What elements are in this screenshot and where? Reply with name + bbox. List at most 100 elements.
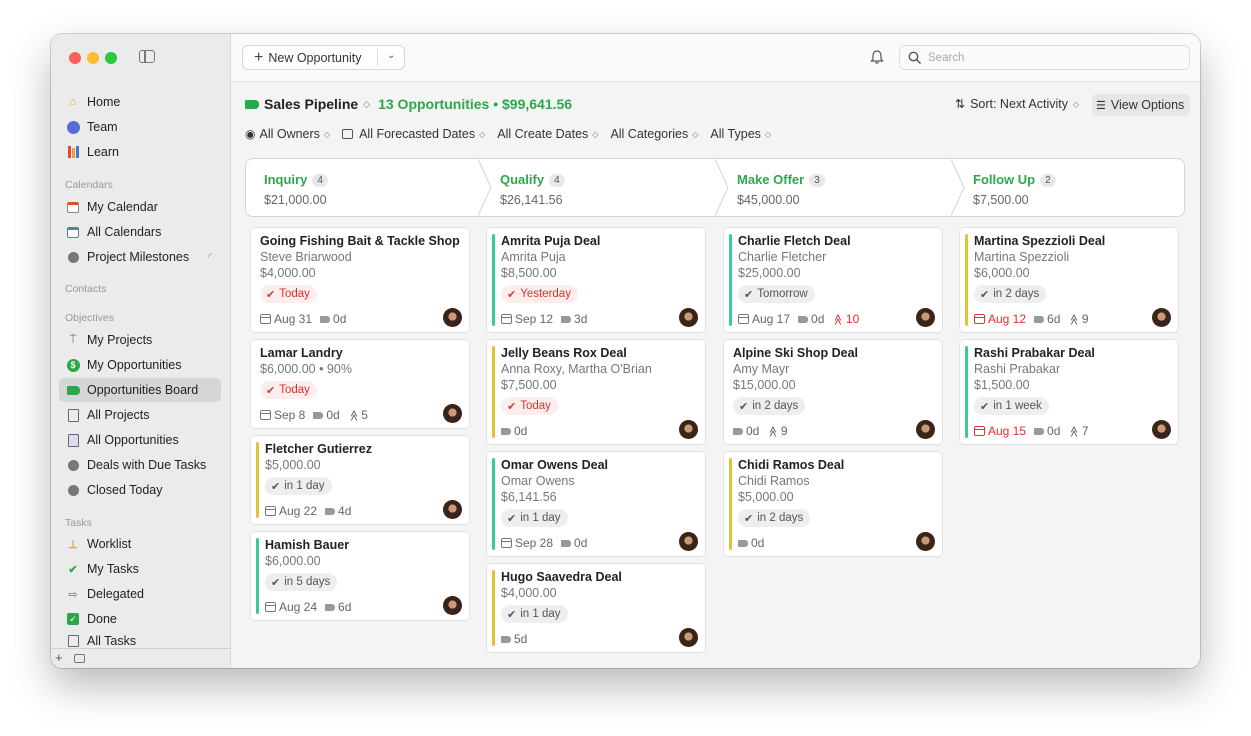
next-activity-badge[interactable]: ✔ in 5 days [265,573,338,591]
stage-qualify[interactable]: Qualify 4 $26,141.56 [500,171,565,207]
minimize-window-button[interactable] [87,52,99,64]
avatar[interactable] [679,420,698,439]
next-activity-badge[interactable]: ✔ Today [260,381,317,399]
sidebar-item-my-opportunities[interactable]: $ My Opportunities [59,353,221,377]
sidebar-item-deals-due-tasks[interactable]: Deals with Due Tasks [59,453,221,477]
stage-age: 0d [320,312,346,326]
sidebar-item-learn[interactable]: Learn [59,140,221,164]
avatar[interactable] [1152,308,1171,327]
checkmark-icon: ✔ [271,480,281,493]
stage-make-offer[interactable]: Make Offer 3 $45,000.00 [737,171,825,207]
view-options-button[interactable]: ☰ View Options [1092,94,1190,116]
filter-categories[interactable]: All Categories ◇ [610,127,698,141]
sidebar-item-team[interactable]: Team [59,115,221,139]
sidebar-item-my-projects[interactable]: ⍑ My Projects [59,328,221,352]
stage-inquiry[interactable]: Inquiry 4 $21,000.00 [264,171,328,207]
section-header-contacts[interactable]: Contacts [65,283,106,295]
calendar-icon [260,314,271,324]
opportunity-card[interactable]: Jelly Beans Rox Deal Anna Roxy, Martha O'… [487,340,705,444]
bell-icon[interactable] [869,49,885,65]
tag-icon [1034,315,1045,323]
opportunity-card[interactable]: Omar Owens Deal Omar Owens $6,141.56 ✔ in 1 … [487,452,705,556]
sidebar-toggle-icon[interactable] [139,50,155,63]
filter-create-dates[interactable]: All Create Dates ◇ [497,127,598,141]
next-activity-badge[interactable]: ✔ in 1 week [974,397,1049,415]
next-activity-badge[interactable]: ✔ Today [501,397,558,415]
card-detail: $25,000.00 [738,266,801,280]
avatar[interactable] [443,500,462,519]
close-window-button[interactable] [69,52,81,64]
calendar-icon [501,314,512,324]
add-button[interactable]: + [55,650,63,665]
opportunity-card[interactable]: Alpine Ski Shop Deal Amy Mayr $15,000.00 ✔ i… [724,340,942,444]
stage-count: 4 [549,174,565,187]
avatar[interactable] [679,628,698,647]
next-activity-badge[interactable]: ✔ Today [260,285,317,303]
card-detail: $5,000.00 [265,458,321,472]
avatar[interactable] [1152,420,1171,439]
opportunity-card[interactable]: Hugo Saavedra Deal $4,000.00 ✔ in 1 day 5d [487,564,705,652]
opportunity-card[interactable]: Lamar Landry $6,000.00 • 90% ✔ Today Sep 8 0d… [251,340,469,428]
search-field[interactable]: Search [899,45,1190,70]
opportunity-card[interactable]: Chidi Ramos Deal Chidi Ramos $5,000.00 ✔ in … [724,452,942,556]
avatar[interactable] [916,308,935,327]
sidebar-item-my-tasks[interactable]: ✔ My Tasks [59,557,221,581]
filter-forecasted-dates[interactable]: All Forecasted Dates ◇ [342,127,485,141]
zoom-window-button[interactable] [105,52,117,64]
avatar[interactable] [916,532,935,551]
stage-follow-up[interactable]: Follow Up 2 $7,500.00 [973,171,1056,207]
next-activity-badge[interactable]: ✔ in 2 days [974,285,1047,303]
opportunity-card[interactable]: Charlie Fletch Deal Charlie Fletcher $25,0… [724,228,942,332]
avatar[interactable] [443,308,462,327]
new-opportunity-button[interactable]: + New Opportunity ⌄ [242,45,405,70]
status-bar [492,234,495,326]
card-meta: Sep 8 0d ≪ 5 [260,408,376,422]
sidebar-item-delegated[interactable]: ⇨ Delegated [59,582,221,606]
card-detail: Steve Briarwood [260,250,352,264]
sidebar-item-done[interactable]: ✓ Done [59,607,221,631]
sidebar-item-my-calendar[interactable]: My Calendar [59,195,221,219]
avatar[interactable] [443,404,462,423]
next-activity-badge[interactable]: ✔ Yesterday [501,285,578,303]
next-activity-badge[interactable]: ✔ in 2 days [738,509,811,527]
pipeline-title[interactable]: Sales Pipeline [264,96,358,112]
sidebar-item-closed-today[interactable]: Closed Today [59,478,221,502]
sort-control[interactable]: ⇅ Sort: Next Activity ◇ [955,97,1079,111]
opportunity-card[interactable]: Amrita Puja Deal Amrita Puja $8,500.00 ✔ Yes… [487,228,705,332]
next-activity-badge[interactable]: ✔ in 2 days [733,397,806,415]
opportunity-card[interactable]: Going Fishing Bait & Tackle Shop Steve Br… [251,228,469,332]
chevron-down-icon[interactable]: ⌄ [387,50,395,61]
opportunity-card[interactable]: Rashi Prabakar Deal Rashi Prabakar $1,500.… [960,340,1178,444]
next-activity-badge[interactable]: ✔ in 1 day [501,605,568,623]
sidebar-item-all-calendars[interactable]: All Calendars [59,220,221,244]
next-activity-badge[interactable]: ✔ Tomorrow [738,285,815,303]
sidebar-item-home[interactable]: ⌂ Home [59,90,221,114]
tag-icon [313,411,324,419]
avatar[interactable] [679,308,698,327]
filter-types[interactable]: All Types ◇ [710,127,771,141]
next-activity-badge[interactable]: ✔ in 1 day [501,509,568,527]
sidebar-item-label: All Opportunities [87,433,179,447]
sidebar-item-worklist[interactable]: ⊥ Worklist [59,532,221,556]
priority-label: 9 [780,424,788,438]
sidebar-item-label: Done [87,612,117,626]
app-window: ⌂ Home Team Learn Calendars My Calendar A… [51,34,1200,668]
avatar[interactable] [443,596,462,615]
avatar[interactable] [916,420,935,439]
sidebar-item-opportunities-board[interactable]: Opportunities Board [59,378,221,402]
filter-owners[interactable]: ◉ All Owners ◇ [245,127,330,141]
avatar[interactable] [679,532,698,551]
opportunity-card[interactable]: Hamish Bauer $6,000.00 ✔ in 5 days Aug 24 6d [251,532,469,620]
sidebar-item-all-projects[interactable]: All Projects [59,403,221,427]
sidebar-item-project-milestones[interactable]: Project Milestones ◜ [59,245,221,269]
card-detail: $8,500.00 [501,266,557,280]
updown-chevron-icon[interactable]: ◇ [363,99,370,110]
opportunity-card[interactable]: Fletcher Gutierrez $5,000.00 ✔ in 1 day Aug … [251,436,469,524]
sidebar-item-all-opportunities[interactable]: All Opportunities [59,428,221,452]
opportunity-card[interactable]: Martina Spezzioli Deal Martina Spezzioli $… [960,228,1178,332]
next-activity-badge[interactable]: ✔ in 1 day [265,477,332,495]
search-input[interactable]: Search [928,52,964,64]
stage-amount: $7,500.00 [973,193,1029,207]
calendar-small-icon[interactable] [74,654,86,663]
card-detail: Martina Spezzioli [974,250,1070,264]
